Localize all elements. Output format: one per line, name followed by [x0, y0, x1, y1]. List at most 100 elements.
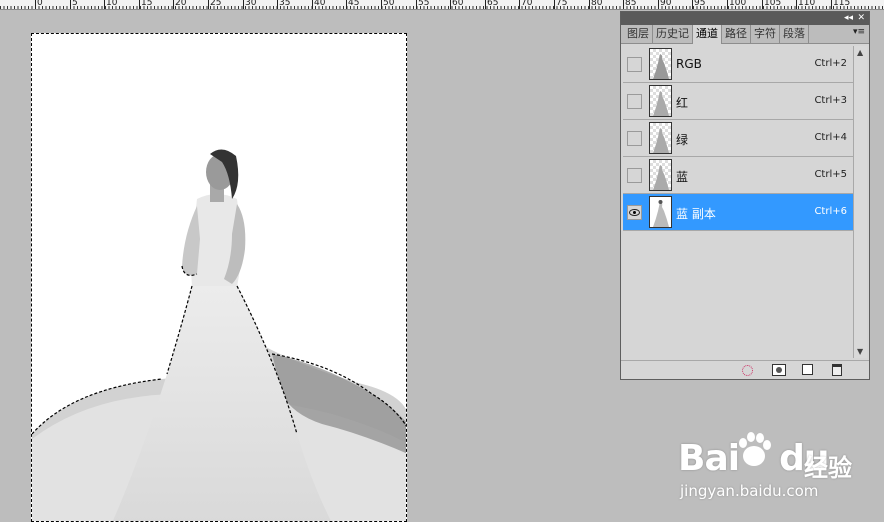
channel-row-red[interactable]: 红 Ctrl+3	[623, 83, 853, 120]
trash-icon[interactable]	[832, 364, 842, 376]
ruler-major-tick	[416, 0, 417, 9]
channel-name: 绿	[676, 133, 689, 147]
channel-row-blue[interactable]: 蓝 Ctrl+5	[623, 157, 853, 194]
ruler-major-tick	[623, 0, 624, 9]
channel-row-blue-copy[interactable]: 蓝 副本 Ctrl+6	[623, 194, 853, 231]
ruler-major-tick	[519, 0, 520, 9]
channel-name: 蓝 副本	[676, 207, 716, 221]
channel-thumbnail	[649, 122, 672, 154]
ruler-label: 95	[694, 0, 706, 8]
ruler-label: 70	[521, 0, 533, 8]
ruler-major-tick	[243, 0, 244, 9]
ruler-major-tick	[104, 0, 105, 9]
ruler-label: 25	[210, 0, 222, 8]
ruler-major-tick	[346, 0, 347, 9]
ruler-major-tick	[312, 0, 313, 9]
close-icon[interactable]: ✕	[857, 12, 865, 25]
ruler-label: 5	[72, 0, 78, 8]
tab-channels[interactable]: 通道	[693, 25, 722, 44]
ruler-label: 60	[452, 0, 464, 8]
ruler-label: 65	[487, 0, 499, 8]
ruler-label: 45	[348, 0, 360, 8]
watermark-url: jingyan.baidu.com	[680, 482, 819, 500]
channel-shortcut: Ctrl+4	[814, 132, 847, 143]
channel-thumbnail	[649, 159, 672, 191]
ruler-label: 85	[625, 0, 637, 8]
ruler-label: 15	[141, 0, 153, 8]
ruler-major-tick	[70, 0, 71, 9]
scroll-down-icon[interactable]: ▼	[857, 347, 863, 356]
ruler-major-tick	[727, 0, 728, 9]
ruler-major-tick	[173, 0, 174, 9]
eye-icon	[629, 209, 640, 216]
ruler-label: 100	[729, 0, 747, 8]
ruler-major-tick	[658, 0, 659, 9]
ruler-major-tick	[796, 0, 797, 9]
ruler-label: 35	[279, 0, 291, 8]
channel-shortcut: Ctrl+3	[814, 95, 847, 106]
ruler-major-tick	[381, 0, 382, 9]
panel-bottom-bar	[621, 360, 869, 379]
channel-thumbnail	[649, 48, 672, 80]
channel-thumbnail	[649, 85, 672, 117]
ruler-major-tick	[692, 0, 693, 9]
watermark-cn: 经验	[804, 454, 852, 482]
ruler-ticks	[0, 0, 884, 9]
channel-thumbnail	[649, 196, 672, 228]
ruler-major-tick	[208, 0, 209, 9]
visibility-toggle[interactable]	[627, 57, 642, 72]
ruler-major-tick	[277, 0, 278, 9]
ruler-label: 110	[798, 0, 816, 8]
visibility-toggle[interactable]	[627, 168, 642, 183]
panel-menu-icon[interactable]: ▾≡	[853, 27, 865, 37]
visibility-toggle[interactable]	[627, 131, 642, 146]
channel-shortcut: Ctrl+6	[814, 206, 847, 217]
ruler-major-tick	[450, 0, 451, 9]
ruler-label: 80	[591, 0, 603, 8]
panel-scrollbar[interactable]: ▲ ▼	[853, 46, 867, 358]
ruler-label: 20	[175, 0, 187, 8]
panel-title-bar: ◂◂ ✕	[621, 12, 869, 25]
channel-name: 蓝	[676, 170, 689, 184]
ruler-major-tick	[762, 0, 763, 9]
ruler-label: 105	[764, 0, 782, 8]
ruler-major-tick	[831, 0, 832, 9]
document-canvas[interactable]	[31, 33, 407, 522]
panel-tabs: 图层 历史记 通道 路径 字符 段落 ▾≡	[621, 25, 869, 44]
ruler-label: 55	[418, 0, 430, 8]
ruler-label: 90	[660, 0, 672, 8]
ruler-major-tick	[589, 0, 590, 9]
ruler-major-tick	[35, 0, 36, 9]
tab-layers[interactable]: 图层	[624, 25, 653, 43]
visibility-toggle[interactable]	[627, 205, 642, 220]
paw-icon	[739, 432, 771, 466]
save-selection-as-channel-icon[interactable]	[772, 364, 786, 376]
ruler-label: 30	[245, 0, 257, 8]
channel-name: RGB	[676, 57, 702, 71]
ruler-label: 50	[383, 0, 395, 8]
channels-panel: ◂◂ ✕ 图层 历史记 通道 路径 字符 段落 ▾≡ RGB Ctrl+2 红 …	[620, 11, 870, 380]
horizontal-ruler: 0 5 10 15 20 25 30 35 40 45 50 55 60 65 70 75 80 85 90 95 10…	[0, 0, 884, 10]
double-left-arrow-icon[interactable]: ◂◂	[844, 12, 853, 25]
tab-history[interactable]: 历史记	[653, 25, 693, 43]
ruler-label: 75	[556, 0, 568, 8]
tab-paths[interactable]: 路径	[722, 25, 751, 43]
channel-shortcut: Ctrl+5	[814, 169, 847, 180]
tab-character[interactable]: 字符	[751, 25, 780, 43]
ruler-major-tick	[554, 0, 555, 9]
ruler-major-tick	[139, 0, 140, 9]
channel-row-rgb[interactable]: RGB Ctrl+2	[623, 46, 853, 83]
visibility-toggle[interactable]	[627, 94, 642, 109]
ruler-label: 10	[106, 0, 118, 8]
channel-name: 红	[676, 96, 689, 110]
channel-row-green[interactable]: 绿 Ctrl+4	[623, 120, 853, 157]
tab-paragraph[interactable]: 段落	[780, 25, 809, 43]
ruler-label: 40	[314, 0, 326, 8]
scroll-up-icon[interactable]: ▲	[857, 48, 863, 57]
bride-image	[32, 149, 406, 521]
ruler-major-tick	[485, 0, 486, 9]
ruler-label: 115	[833, 0, 851, 8]
channel-list: RGB Ctrl+2 红 Ctrl+3 绿 Ctrl+4 蓝 Ctrl+5 蓝 …	[623, 46, 853, 358]
load-channel-as-selection-icon[interactable]	[742, 365, 753, 376]
new-channel-icon[interactable]	[802, 364, 813, 375]
